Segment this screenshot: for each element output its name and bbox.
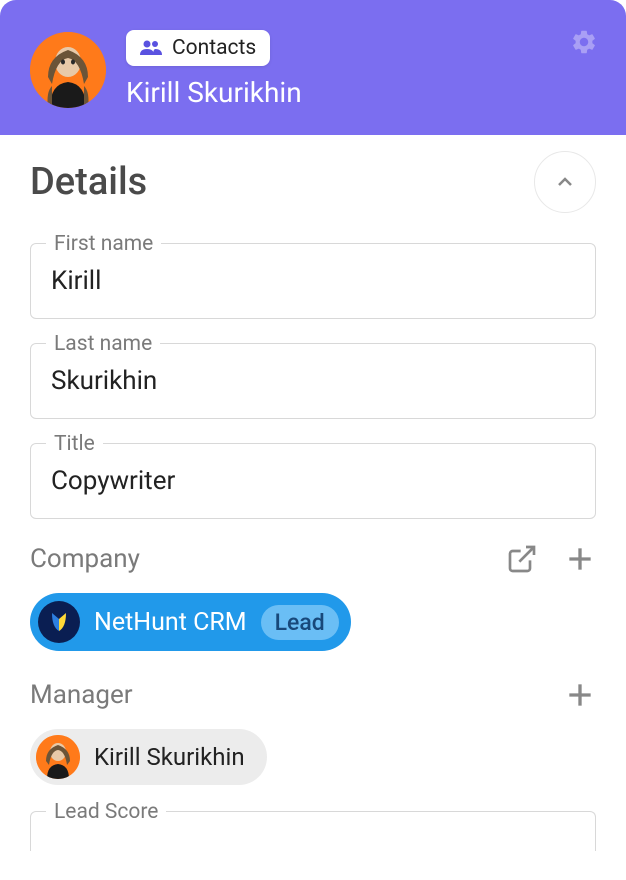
- header-info: Contacts Kirill Skurikhin: [126, 30, 302, 109]
- company-label: Company: [30, 544, 140, 574]
- add-company-button[interactable]: [564, 543, 596, 575]
- last-name-field: Last name: [30, 343, 596, 419]
- title-input[interactable]: [30, 443, 596, 519]
- title-label: Title: [46, 432, 103, 456]
- plus-icon: [564, 679, 596, 711]
- badge-label: Contacts: [172, 36, 256, 60]
- contact-name: Kirill Skurikhin: [126, 76, 302, 109]
- contact-header: Contacts Kirill Skurikhin: [0, 0, 626, 135]
- chevron-up-icon: [553, 170, 577, 194]
- manager-name: Kirill Skurikhin: [94, 743, 245, 771]
- open-company-button[interactable]: [506, 543, 538, 575]
- title-field: Title: [30, 443, 596, 519]
- gear-icon: [570, 28, 598, 56]
- manager-header: Manager: [30, 679, 596, 711]
- manager-avatar: [36, 735, 80, 779]
- first-name-label: First name: [46, 232, 161, 256]
- section-title: Details: [30, 160, 147, 204]
- lead-score-field: Lead Score: [30, 811, 596, 851]
- collapse-button[interactable]: [534, 151, 596, 213]
- manager-actions: [564, 679, 596, 711]
- open-external-icon: [506, 543, 538, 575]
- details-panel: Details First name Last name Title Compa…: [0, 135, 626, 851]
- manager-label: Manager: [30, 680, 133, 710]
- company-header: Company: [30, 543, 596, 575]
- first-name-field: First name: [30, 243, 596, 319]
- company-status-badge: Lead: [261, 605, 339, 640]
- company-pill[interactable]: NetHunt CRM Lead: [30, 593, 351, 651]
- company-logo: [38, 601, 80, 643]
- plus-icon: [564, 543, 596, 575]
- add-manager-button[interactable]: [564, 679, 596, 711]
- manager-pill[interactable]: Kirill Skurikhin: [30, 729, 267, 785]
- settings-button[interactable]: [570, 28, 598, 56]
- avatar: [30, 32, 106, 108]
- contacts-badge[interactable]: Contacts: [126, 30, 270, 66]
- last-name-label: Last name: [46, 332, 160, 356]
- people-icon: [140, 40, 162, 56]
- lead-score-label: Lead Score: [46, 800, 166, 824]
- company-name: NetHunt CRM: [94, 608, 247, 637]
- company-actions: [506, 543, 596, 575]
- section-header: Details: [30, 151, 596, 213]
